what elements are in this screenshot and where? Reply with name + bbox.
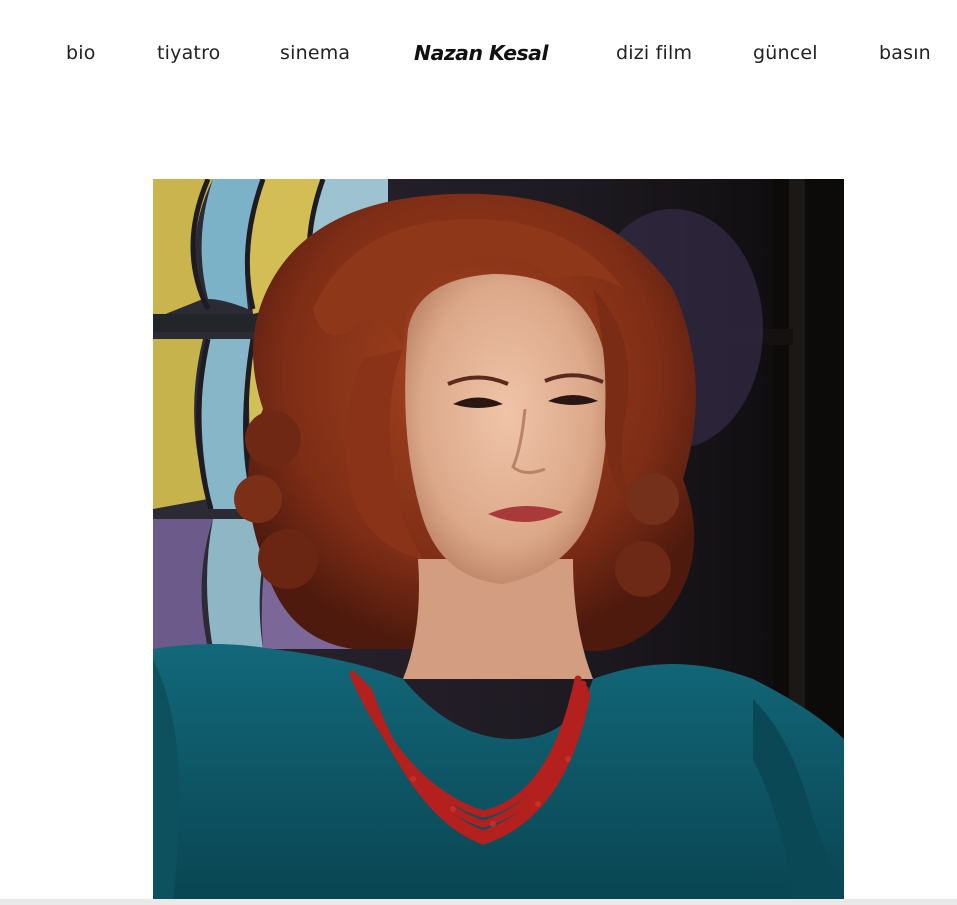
main-nav: bio tiyatro sinema Nazan Kesal dizi film… bbox=[0, 0, 957, 106]
site-logo[interactable]: Nazan Kesal bbox=[414, 39, 548, 67]
portrait-illustration bbox=[153, 179, 844, 900]
horizontal-scrollbar[interactable] bbox=[0, 899, 957, 905]
nav-item-guncel[interactable]: güncel bbox=[753, 40, 818, 66]
nav-item-bio[interactable]: bio bbox=[66, 40, 96, 66]
nav-item-tiyatro[interactable]: tiyatro bbox=[157, 40, 220, 66]
nav-item-sinema[interactable]: sinema bbox=[280, 40, 350, 66]
nav-item-basin[interactable]: basın bbox=[879, 40, 931, 66]
hero-portrait-photo bbox=[153, 179, 844, 900]
nav-item-dizi-film[interactable]: dizi film bbox=[616, 40, 692, 66]
